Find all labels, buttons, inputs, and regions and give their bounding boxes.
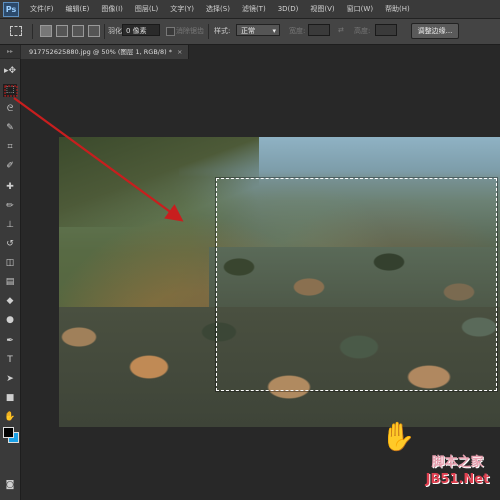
subtract-selection-icon[interactable] (72, 25, 84, 37)
lasso-tool[interactable]: ᘓ (3, 103, 17, 116)
brush-tool[interactable]: ✏ (3, 200, 17, 213)
type-icon: T (7, 355, 13, 365)
foreground-color-swatch[interactable] (3, 427, 14, 438)
divider (32, 24, 33, 39)
width-label: 宽度: (289, 27, 306, 35)
menu-bar: Ps 文件(F) 编辑(E) 图像(I) 图层(L) 文字(Y) 选择(S) 滤… (0, 0, 500, 19)
selection-marquee[interactable] (216, 178, 497, 391)
shape-tool[interactable]: ■ (3, 392, 17, 405)
marquee-preset-icon[interactable] (10, 26, 22, 36)
document-tab-title: 917752625880.jpg @ 50% (图层 1, RGB/8) * (29, 48, 172, 56)
antialias-checkbox[interactable] (166, 27, 175, 36)
chevron-down-icon: ▾ (272, 27, 276, 35)
quick-select-icon: ✎ (6, 123, 14, 133)
hand-icon: ✋ (4, 412, 16, 422)
quick-mask-button[interactable]: ◙ (3, 479, 17, 492)
dodge-icon: ● (6, 315, 14, 325)
menu-view[interactable]: 视图(V) (304, 0, 340, 18)
menu-3d[interactable]: 3D(D) (272, 0, 305, 18)
crop-tool[interactable]: ⌗ (3, 141, 17, 154)
divider (104, 24, 105, 39)
healing-brush-icon: ✚ (6, 182, 14, 192)
stamp-icon: ⊥ (6, 220, 14, 230)
watermark-logo-icon: ✋ (380, 420, 416, 453)
shape-icon: ■ (5, 393, 15, 403)
watermark-line1: 脚本之家 (431, 455, 484, 470)
add-selection-icon[interactable] (56, 25, 68, 37)
toolbox: ▸✥ ⬚ ᘓ ✎ ⌗ ✐ ✚ ✏ ⊥ ↺ ◫ ▤ ◆ ● ✒ T ➤ ■ ✋ ⚲… (0, 59, 21, 500)
menu-window[interactable]: 窗口(W) (341, 0, 379, 18)
height-input[interactable] (375, 24, 397, 36)
dodge-tool[interactable]: ● (3, 314, 17, 327)
history-brush-icon: ↺ (6, 239, 14, 249)
type-tool[interactable]: T (3, 354, 17, 367)
options-bar: 羽化: 0 像素 消除锯齿 样式: 正常 ▾ 宽度: ⇄ 高度: 调整边缘... (0, 19, 500, 45)
watermark: 脚本之家 JB51.Net (415, 445, 500, 500)
style-select[interactable]: 正常 ▾ (236, 24, 280, 36)
document-tab[interactable]: 917752625880.jpg @ 50% (图层 1, RGB/8) * × (21, 45, 190, 59)
refine-edge-button[interactable]: 调整边缘... (411, 23, 459, 39)
stamp-tool[interactable]: ⊥ (3, 219, 17, 232)
photoshop-logo: Ps (3, 2, 19, 17)
menu-select[interactable]: 选择(S) (200, 0, 236, 18)
menu-file[interactable]: 文件(F) (24, 0, 60, 18)
intersect-selection-icon[interactable] (88, 25, 100, 37)
menu-layer[interactable]: 图层(L) (129, 0, 164, 18)
menu-filter[interactable]: 滤镜(T) (236, 0, 272, 18)
eyedropper-tool[interactable]: ✐ (3, 160, 17, 173)
antialias-label: 消除锯齿 (176, 27, 204, 35)
eraser-icon: ◫ (5, 258, 15, 268)
move-icon: ▸✥ (3, 66, 17, 76)
rect-marquee-icon: ⬚ (5, 85, 15, 95)
hand-tool[interactable]: ✋ (3, 411, 17, 424)
height-label: 高度: (354, 27, 371, 35)
quick-select-tool[interactable]: ✎ (3, 122, 17, 135)
menu-help[interactable]: 帮助(H) (379, 0, 416, 18)
path-select-tool[interactable]: ➤ (3, 373, 17, 386)
menu-edit[interactable]: 编辑(E) (60, 0, 96, 18)
history-brush-tool[interactable]: ↺ (3, 238, 17, 251)
close-icon[interactable]: × (177, 48, 182, 56)
lasso-icon: ᘓ (6, 104, 14, 114)
width-input[interactable] (308, 24, 330, 36)
blur-tool[interactable]: ◆ (3, 295, 17, 308)
new-selection-icon[interactable] (40, 25, 52, 37)
document-tab-bar: 917752625880.jpg @ 50% (图层 1, RGB/8) * × (21, 45, 500, 59)
toolbox-collapse-handle[interactable]: ▸▸ (0, 45, 20, 58)
main-menu: 文件(F) 编辑(E) 图像(I) 图层(L) 文字(Y) 选择(S) 滤镜(T… (24, 0, 416, 18)
pen-tool[interactable]: ✒ (3, 335, 17, 348)
style-label: 样式: (214, 27, 231, 35)
move-tool[interactable]: ▸✥ (3, 65, 17, 78)
pen-icon: ✒ (6, 336, 14, 346)
rect-marquee-tool[interactable]: ⬚ (3, 84, 17, 97)
crop-icon: ⌗ (7, 142, 13, 152)
brush-icon: ✏ (6, 201, 14, 211)
swap-icon[interactable]: ⇄ (338, 26, 344, 34)
path-select-icon: ➤ (6, 374, 14, 384)
style-value: 正常 (241, 27, 255, 35)
feather-input[interactable]: 0 像素 (122, 24, 160, 36)
gradient-icon: ▤ (5, 277, 15, 287)
blur-icon: ◆ (6, 296, 14, 306)
healing-brush-tool[interactable]: ✚ (3, 181, 17, 194)
menu-image[interactable]: 图像(I) (95, 0, 129, 18)
divider (208, 24, 209, 39)
watermark-line2: JB51.Net (425, 472, 490, 487)
quick-mask-icon: ◙ (5, 480, 15, 490)
menu-type[interactable]: 文字(Y) (164, 0, 200, 18)
gradient-tool[interactable]: ▤ (3, 276, 17, 289)
eyedropper-icon: ✐ (6, 161, 14, 171)
eraser-tool[interactable]: ◫ (3, 257, 17, 270)
